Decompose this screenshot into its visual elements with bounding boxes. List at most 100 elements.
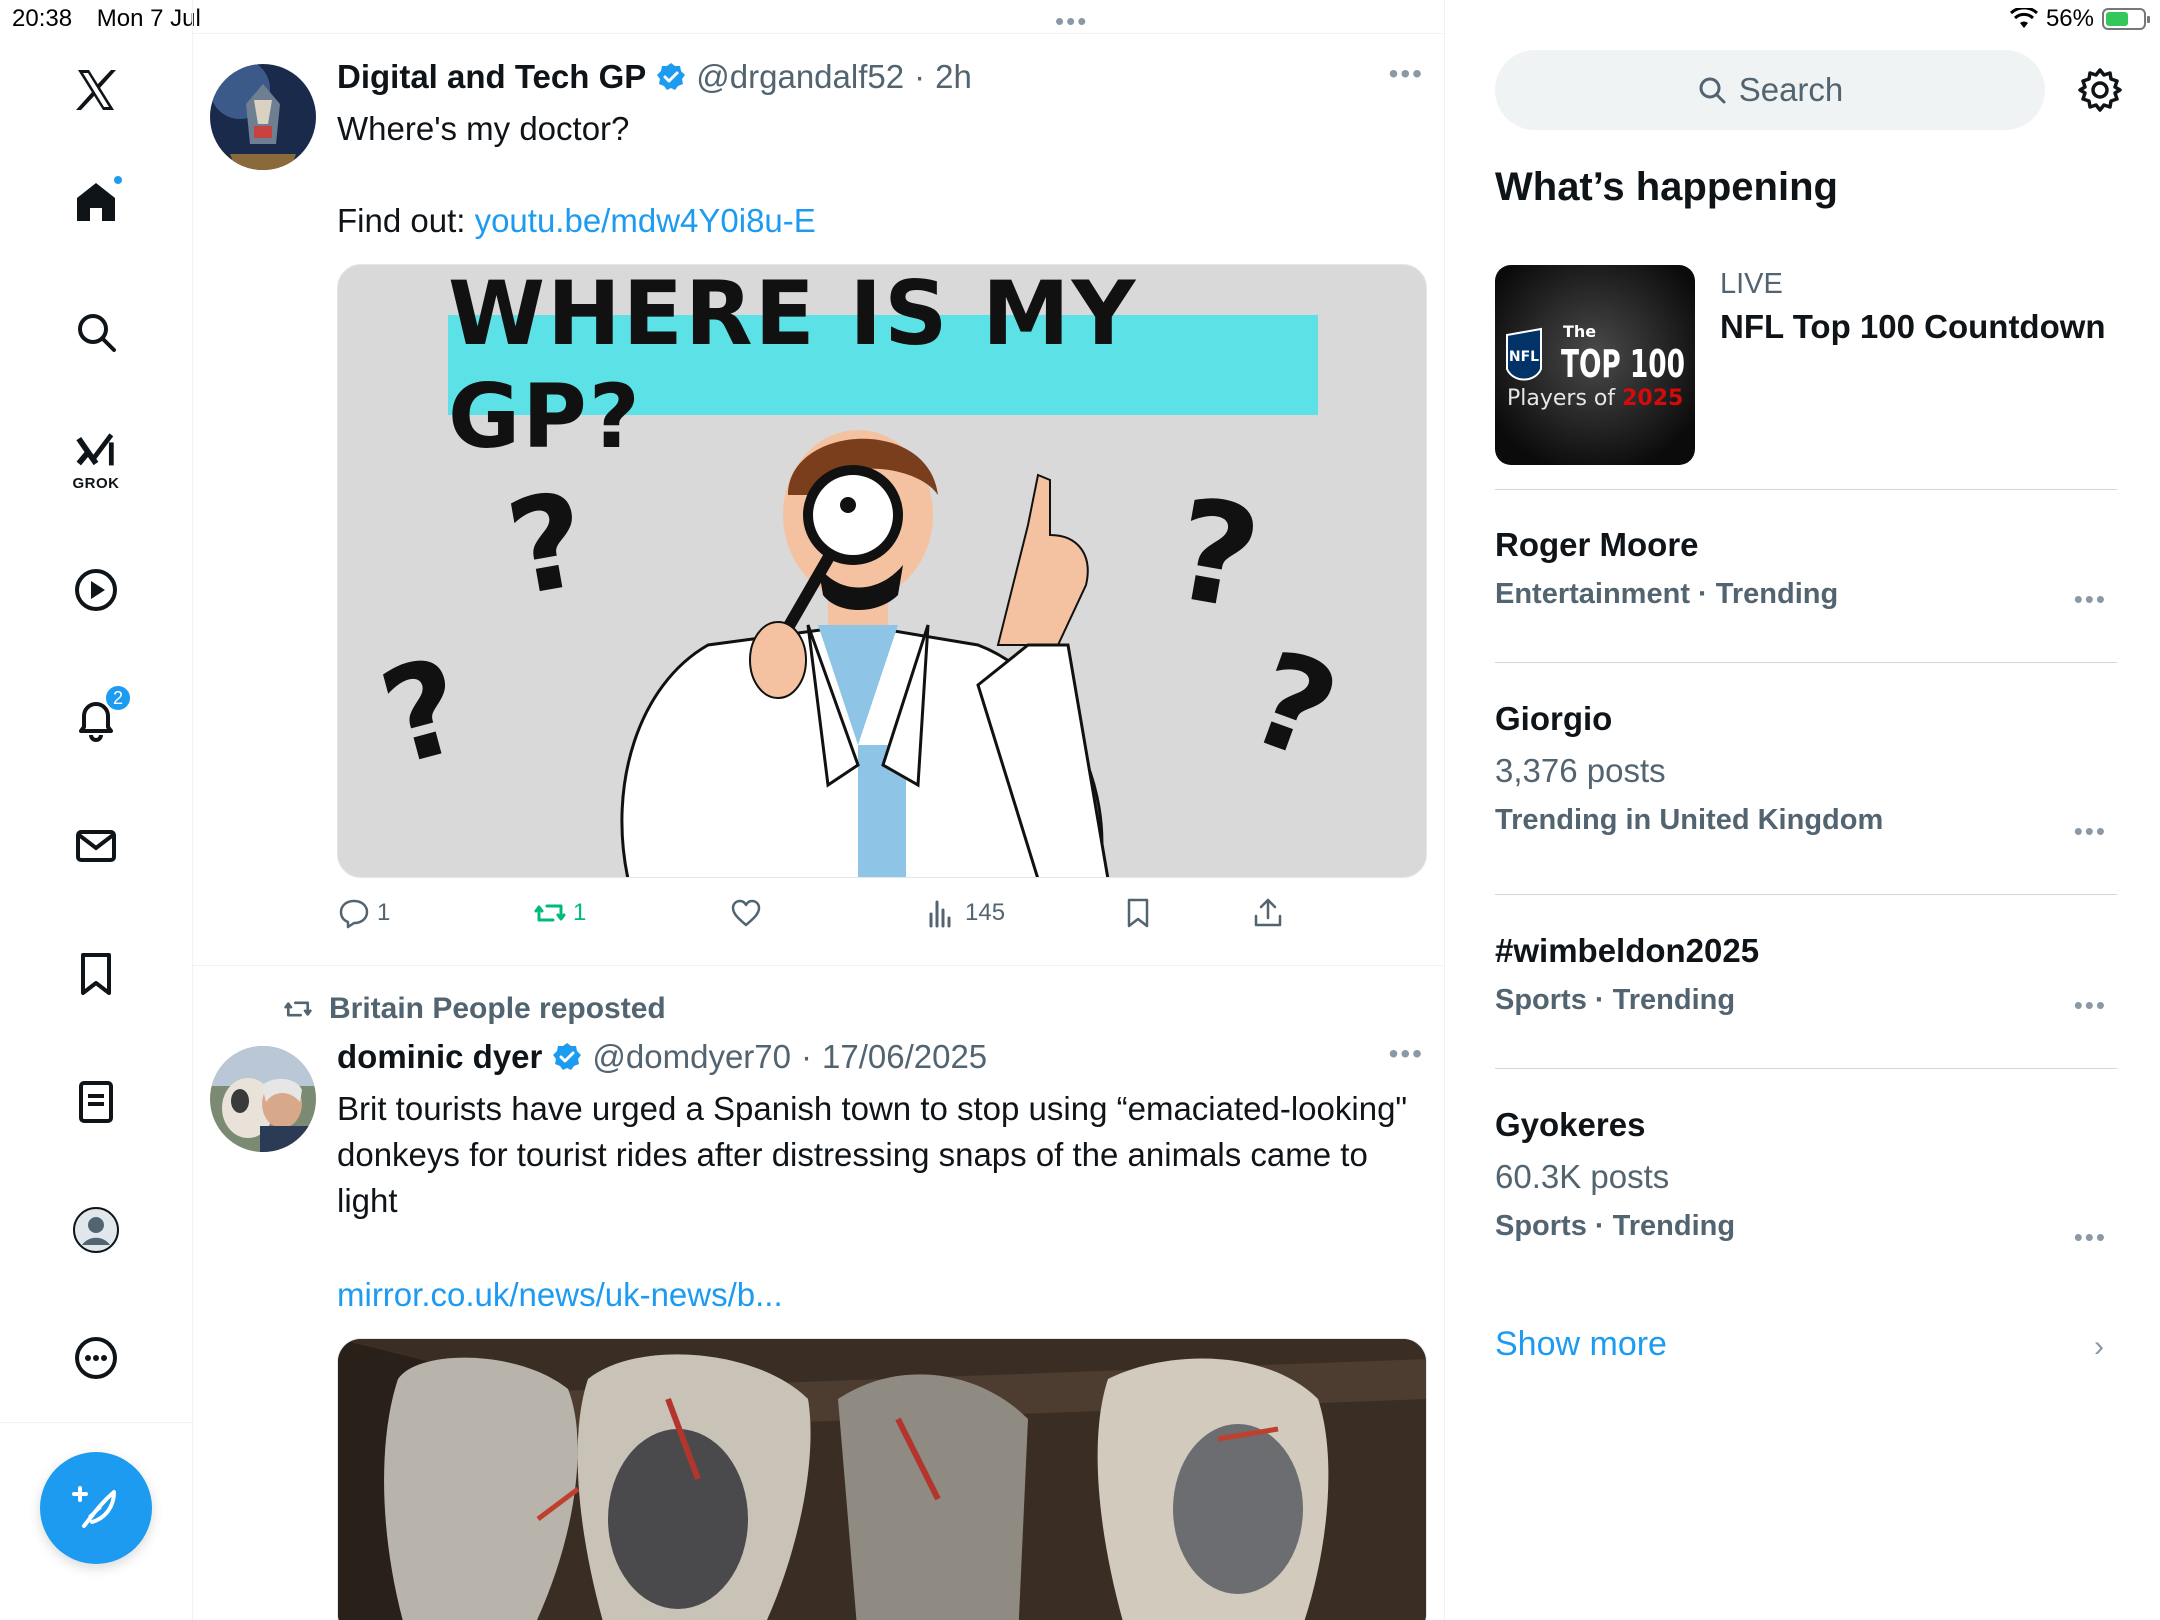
- sidebar-item-lists[interactable]: [46, 1062, 146, 1142]
- sidebar-item-home[interactable]: [46, 162, 146, 242]
- thumb-sub-a: Players of: [1507, 386, 1622, 411]
- bookmark-icon: [81, 953, 111, 995]
- repost-count: 1: [573, 899, 587, 926]
- reply-count: 1: [377, 899, 391, 926]
- tweet-header: dominic dyer @domdyer70 · 17/06/2025: [337, 1038, 987, 1076]
- bookmark-icon: [1127, 898, 1149, 928]
- sidebar-item-messages[interactable]: [46, 806, 146, 886]
- trend-item[interactable]: Roger Moore Entertainment · Trending •••: [1495, 526, 2117, 614]
- svg-text:?: ?: [367, 629, 479, 795]
- post-link[interactable]: mirror.co.uk/news/uk-news/b...: [337, 1276, 783, 1313]
- compose-post-button[interactable]: [40, 1452, 152, 1564]
- author-name[interactable]: Digital and Tech GP: [337, 58, 646, 96]
- sidebar-item-video[interactable]: [46, 550, 146, 630]
- repost-button[interactable]: 1: [533, 896, 586, 930]
- post-link-line: mirror.co.uk/news/uk-news/b...: [337, 1272, 1427, 1318]
- live-event-thumbnail[interactable]: NFL The TOP 100 Players of 2025: [1495, 265, 1695, 465]
- post-more-button[interactable]: •••: [1389, 1038, 1424, 1070]
- heart-icon: [731, 899, 761, 927]
- sidebar-item-grok[interactable]: GROK: [46, 420, 146, 500]
- thumb-main-text: TOP 100: [1561, 342, 1685, 386]
- trend-meta: Sports · Trending: [1495, 984, 1736, 1016]
- trend-divider: [1495, 894, 2117, 895]
- trend-title: Giorgio: [1495, 700, 1613, 737]
- profile-avatar-icon: [73, 1207, 119, 1253]
- sidebar-item-bookmarks[interactable]: [46, 934, 146, 1014]
- live-label: LIVE: [1720, 268, 1783, 300]
- thumb-top-text: The: [1563, 322, 1596, 341]
- search-icon: [78, 314, 116, 352]
- chevron-right-icon[interactable]: ›: [2094, 1330, 2104, 1364]
- post-more-button[interactable]: •••: [1389, 58, 1424, 90]
- trend-more-button[interactable]: •••: [2074, 816, 2107, 847]
- tweet[interactable]: Digital and Tech GP @drgandalf52 · 2h ••…: [193, 34, 1444, 969]
- sidebar-item-notifications[interactable]: 2: [46, 678, 146, 758]
- live-event-title[interactable]: NFL Top 100 Countdown: [1720, 308, 2106, 346]
- search-input[interactable]: Search: [1495, 50, 2045, 130]
- right-sidebar: Search What’s happening NFL The TOP 100 …: [1446, 0, 2160, 1620]
- verified-badge-icon: [657, 63, 686, 90]
- home-icon: [77, 183, 115, 221]
- whats-happening-heading: What’s happening: [1495, 165, 1838, 209]
- thumb-sub-b: 2025: [1622, 386, 1683, 411]
- repost-by-label[interactable]: Britain People reposted: [329, 992, 666, 1026]
- trend-divider: [1495, 662, 2117, 663]
- trend-divider: [1495, 1068, 2117, 1069]
- post-actions: 1 1 145: [337, 896, 1317, 946]
- post-text-line: Where's my doctor?: [337, 110, 630, 147]
- sidebar-item-profile[interactable]: [46, 1190, 146, 1270]
- trend-divider: [1495, 489, 2117, 490]
- post-link[interactable]: youtu.be/mdw4Y0i8u-E: [475, 202, 816, 239]
- post-time[interactable]: 2h: [935, 58, 972, 96]
- search-placeholder: Search: [1738, 71, 1844, 108]
- author-name[interactable]: dominic dyer: [337, 1038, 542, 1076]
- post-text: Where's my doctor? Find out: youtu.be/md…: [337, 106, 1427, 244]
- author-handle[interactable]: @domdyer70: [592, 1038, 791, 1076]
- show-more-link[interactable]: Show more: [1495, 1325, 1667, 1364]
- trend-item[interactable]: Giorgio 3,376 posts Trending in United K…: [1495, 700, 2117, 846]
- trend-title: #wimbeldon2025: [1495, 932, 1760, 969]
- views-count: 145: [965, 899, 1006, 926]
- x-logo-icon[interactable]: [46, 50, 146, 130]
- trend-title: Gyokeres: [1495, 1106, 1646, 1143]
- svg-text:?: ?: [1162, 468, 1270, 643]
- tweet[interactable]: Britain People reposted dominic dyer @do…: [193, 966, 1444, 1620]
- play-icon: [75, 569, 117, 611]
- repost-icon: [534, 904, 566, 922]
- settings-gear-icon[interactable]: [2076, 66, 2124, 114]
- page-indicator-dots[interactable]: •••: [1055, 6, 1088, 37]
- reply-icon: [339, 899, 369, 929]
- mail-icon: [76, 830, 116, 862]
- svg-text:?: ?: [1232, 621, 1355, 790]
- trend-meta: Sports · Trending: [1495, 1210, 1736, 1242]
- bookmark-button[interactable]: [1121, 896, 1155, 930]
- author-handle[interactable]: @drgandalf52: [696, 58, 904, 96]
- trend-more-button[interactable]: •••: [2074, 1222, 2107, 1253]
- sidebar-item-explore[interactable]: [46, 292, 146, 372]
- views-button[interactable]: 145: [925, 896, 1005, 930]
- trend-more-button[interactable]: •••: [2074, 990, 2107, 1021]
- avatar[interactable]: [210, 64, 316, 170]
- trend-more-button[interactable]: •••: [2074, 584, 2107, 615]
- previous-post-actions-strip: [193, 0, 1444, 34]
- views-chart-icon: [929, 900, 951, 928]
- avatar[interactable]: [210, 1046, 316, 1152]
- grok-label: GROK: [72, 474, 120, 492]
- separator-dot: ·: [914, 58, 926, 95]
- compose-feather-icon: [72, 1486, 116, 1528]
- sidebar: GROK 2: [0, 0, 193, 1620]
- trend-meta: Trending in United Kingdom: [1495, 804, 1884, 836]
- trend-item[interactable]: Gyokeres 60.3K posts Sports · Trending •…: [1495, 1106, 2117, 1252]
- share-button[interactable]: [1251, 896, 1285, 930]
- sidebar-item-more[interactable]: [46, 1318, 146, 1398]
- trend-item[interactable]: #wimbeldon2025 Sports · Trending •••: [1495, 932, 2117, 1020]
- more-circle-icon: [75, 1337, 117, 1379]
- like-button[interactable]: [729, 896, 763, 930]
- post-time[interactable]: 17/06/2025: [822, 1038, 987, 1076]
- reply-button[interactable]: 1: [337, 896, 390, 930]
- timeline-feed[interactable]: ••• Digital and Tech GP @drgandalf52 · 2…: [193, 0, 1445, 1620]
- separator-dot: ·: [801, 1038, 812, 1075]
- post-image[interactable]: WHERE IS MY GP? ? ? ? ?: [337, 264, 1427, 878]
- post-image[interactable]: [337, 1338, 1427, 1620]
- thumb-sub-text: Players of 2025: [1507, 386, 1683, 411]
